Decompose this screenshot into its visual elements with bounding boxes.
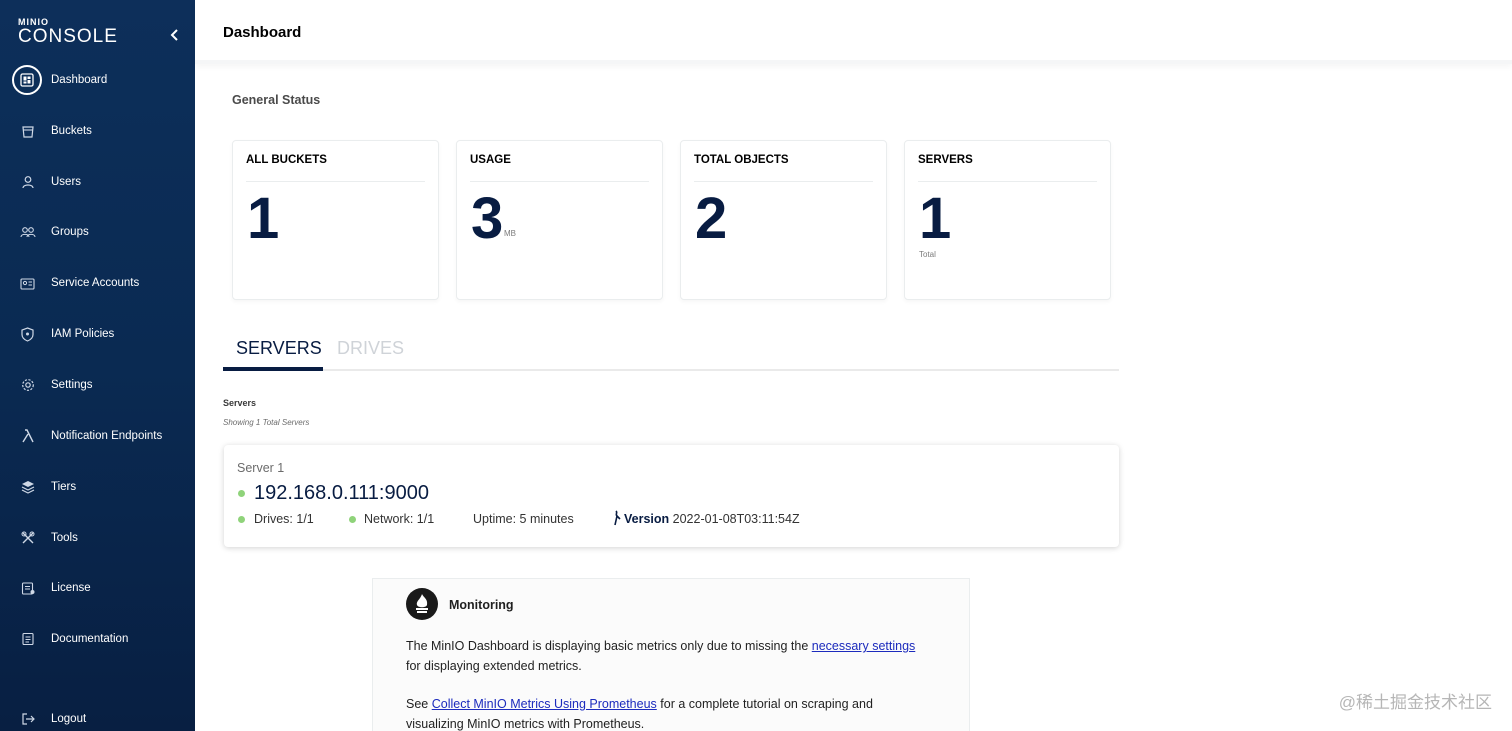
sidebar-item-dashboard[interactable]: Dashboard (0, 60, 195, 100)
collapse-sidebar-button[interactable] (166, 25, 184, 45)
groups-icon (14, 219, 41, 246)
stat-card-label: ALL BUCKETS (246, 154, 327, 166)
stat-card-label: USAGE (470, 154, 511, 166)
license-icon (14, 575, 41, 602)
stat-card-label: SERVERS (918, 154, 973, 166)
logo[interactable]: MINIO CONSOLE (18, 18, 118, 47)
documentation-icon (14, 626, 41, 653)
stat-card-value: 3 (471, 186, 504, 251)
stat-card-value: 1 (247, 186, 280, 251)
prometheus-icon (406, 588, 438, 620)
sidebar-item-label: Notification Endpoints (51, 430, 163, 442)
dashboard-icon (12, 65, 42, 95)
page-title: Dashboard (223, 24, 302, 41)
tab-servers[interactable]: SERVERS (236, 338, 322, 359)
divider (470, 181, 649, 182)
monitoring-title: Monitoring (449, 598, 514, 612)
server-status-dot (238, 490, 245, 497)
sidebar-item-label: License (51, 582, 91, 594)
server-endpoint: 192.168.0.111:9000 (254, 482, 429, 504)
sidebar-item-users[interactable]: Users (0, 162, 195, 202)
monitoring-text: The MinIO Dashboard is displaying basic … (406, 639, 812, 653)
gear-icon (14, 372, 41, 399)
version-label: Version (624, 512, 670, 526)
layers-icon (14, 474, 41, 501)
stat-card-unit: Total (919, 250, 936, 259)
sidebar-item-label: Groups (51, 226, 89, 238)
sidebar-item-iam-policies[interactable]: IAM Policies (0, 314, 195, 354)
lambda-icon (14, 423, 41, 450)
stat-card-value: 2 (695, 186, 728, 251)
bucket-icon (14, 118, 41, 145)
sidebar-item-label: Tools (51, 532, 78, 544)
user-icon (14, 169, 41, 196)
shield-icon (14, 321, 41, 348)
sidebar-item-label: Settings (51, 379, 93, 391)
stat-card-all-buckets: ALL BUCKETS 1 (232, 140, 439, 300)
chevron-left-icon (170, 29, 178, 41)
logout-button[interactable]: Logout (0, 699, 195, 731)
logout-icon (14, 706, 41, 731)
prometheus-tutorial-link[interactable]: Collect MinIO Metrics Using Prometheus (432, 697, 657, 711)
stat-card-usage: USAGE 3 MB (456, 140, 663, 300)
stat-card-servers: SERVERS 1 Total (904, 140, 1111, 300)
drives-status-dot (238, 516, 245, 523)
sidebar-item-label: Dashboard (51, 74, 108, 86)
sidebar-item-tools[interactable]: Tools (0, 518, 195, 558)
stat-card-label: TOTAL OBJECTS (694, 154, 789, 166)
servers-subheading: Showing 1 Total Servers (223, 418, 310, 427)
servers-heading: Servers (223, 398, 257, 408)
monitoring-text: for displaying extended metrics. (406, 658, 582, 673)
general-status-title: General Status (232, 93, 321, 107)
server-network: Network: 1/1 (364, 512, 435, 526)
sidebar-item-label: Documentation (51, 633, 129, 645)
sidebar: MINIO CONSOLE Dashboard Buckets Users Gr… (0, 0, 195, 731)
sidebar-item-label: Service Accounts (51, 277, 140, 289)
divider (918, 181, 1097, 182)
logout-label: Logout (51, 713, 87, 725)
necessary-settings-link[interactable]: necessary settings (812, 639, 916, 653)
sidebar-item-settings[interactable]: Settings (0, 365, 195, 405)
stat-card-unit: MB (504, 229, 516, 238)
sidebar-item-license[interactable]: License (0, 568, 195, 608)
watermark: @稀土掘金技术社区 (1338, 693, 1492, 712)
server-version: Version 2022-01-08T03:11:54Z (624, 512, 800, 526)
sidebar-item-documentation[interactable]: Documentation (0, 619, 195, 659)
monitoring-text: See (406, 697, 432, 711)
sidebar-item-notification-endpoints[interactable]: Notification Endpoints (0, 416, 195, 456)
stat-card-total-objects: TOTAL OBJECTS 2 (680, 140, 887, 300)
logo-product: CONSOLE (18, 26, 118, 47)
service-accounts-icon (14, 270, 41, 297)
sidebar-item-buckets[interactable]: Buckets (0, 111, 195, 151)
sidebar-item-groups[interactable]: Groups (0, 212, 195, 252)
monitoring-paragraph-2: See Collect MinIO Metrics Using Promethe… (406, 695, 926, 731)
divider (694, 181, 873, 182)
sidebar-item-label: IAM Policies (51, 328, 115, 340)
monitoring-panel: Monitoring The MinIO Dashboard is displa… (372, 578, 970, 731)
top-bar: Dashboard (195, 0, 1512, 64)
tools-icon (14, 525, 41, 552)
active-tab-indicator (223, 367, 323, 371)
sidebar-item-label: Buckets (51, 125, 92, 137)
divider (246, 181, 425, 182)
server-uptime: Uptime: 5 minutes (473, 512, 574, 526)
server-card[interactable]: Server 1 192.168.0.111:9000 Drives: 1/1 … (224, 445, 1119, 547)
server-drives: Drives: 1/1 (254, 512, 314, 526)
sidebar-item-label: Tiers (51, 481, 77, 493)
tab-bar: SERVERS DRIVES (223, 330, 1119, 371)
sidebar-item-service-accounts[interactable]: Service Accounts (0, 263, 195, 303)
stat-card-value: 1 (919, 186, 952, 251)
sidebar-item-label: Users (51, 176, 82, 188)
tab-drives[interactable]: DRIVES (337, 338, 404, 359)
server-name: Server 1 (237, 461, 285, 475)
version-value: 2022-01-08T03:11:54Z (672, 512, 800, 526)
monitoring-paragraph-1: The MinIO Dashboard is displaying basic … (406, 637, 926, 676)
version-icon (610, 510, 622, 529)
sidebar-item-tiers[interactable]: Tiers (0, 467, 195, 507)
network-status-dot (349, 516, 356, 523)
